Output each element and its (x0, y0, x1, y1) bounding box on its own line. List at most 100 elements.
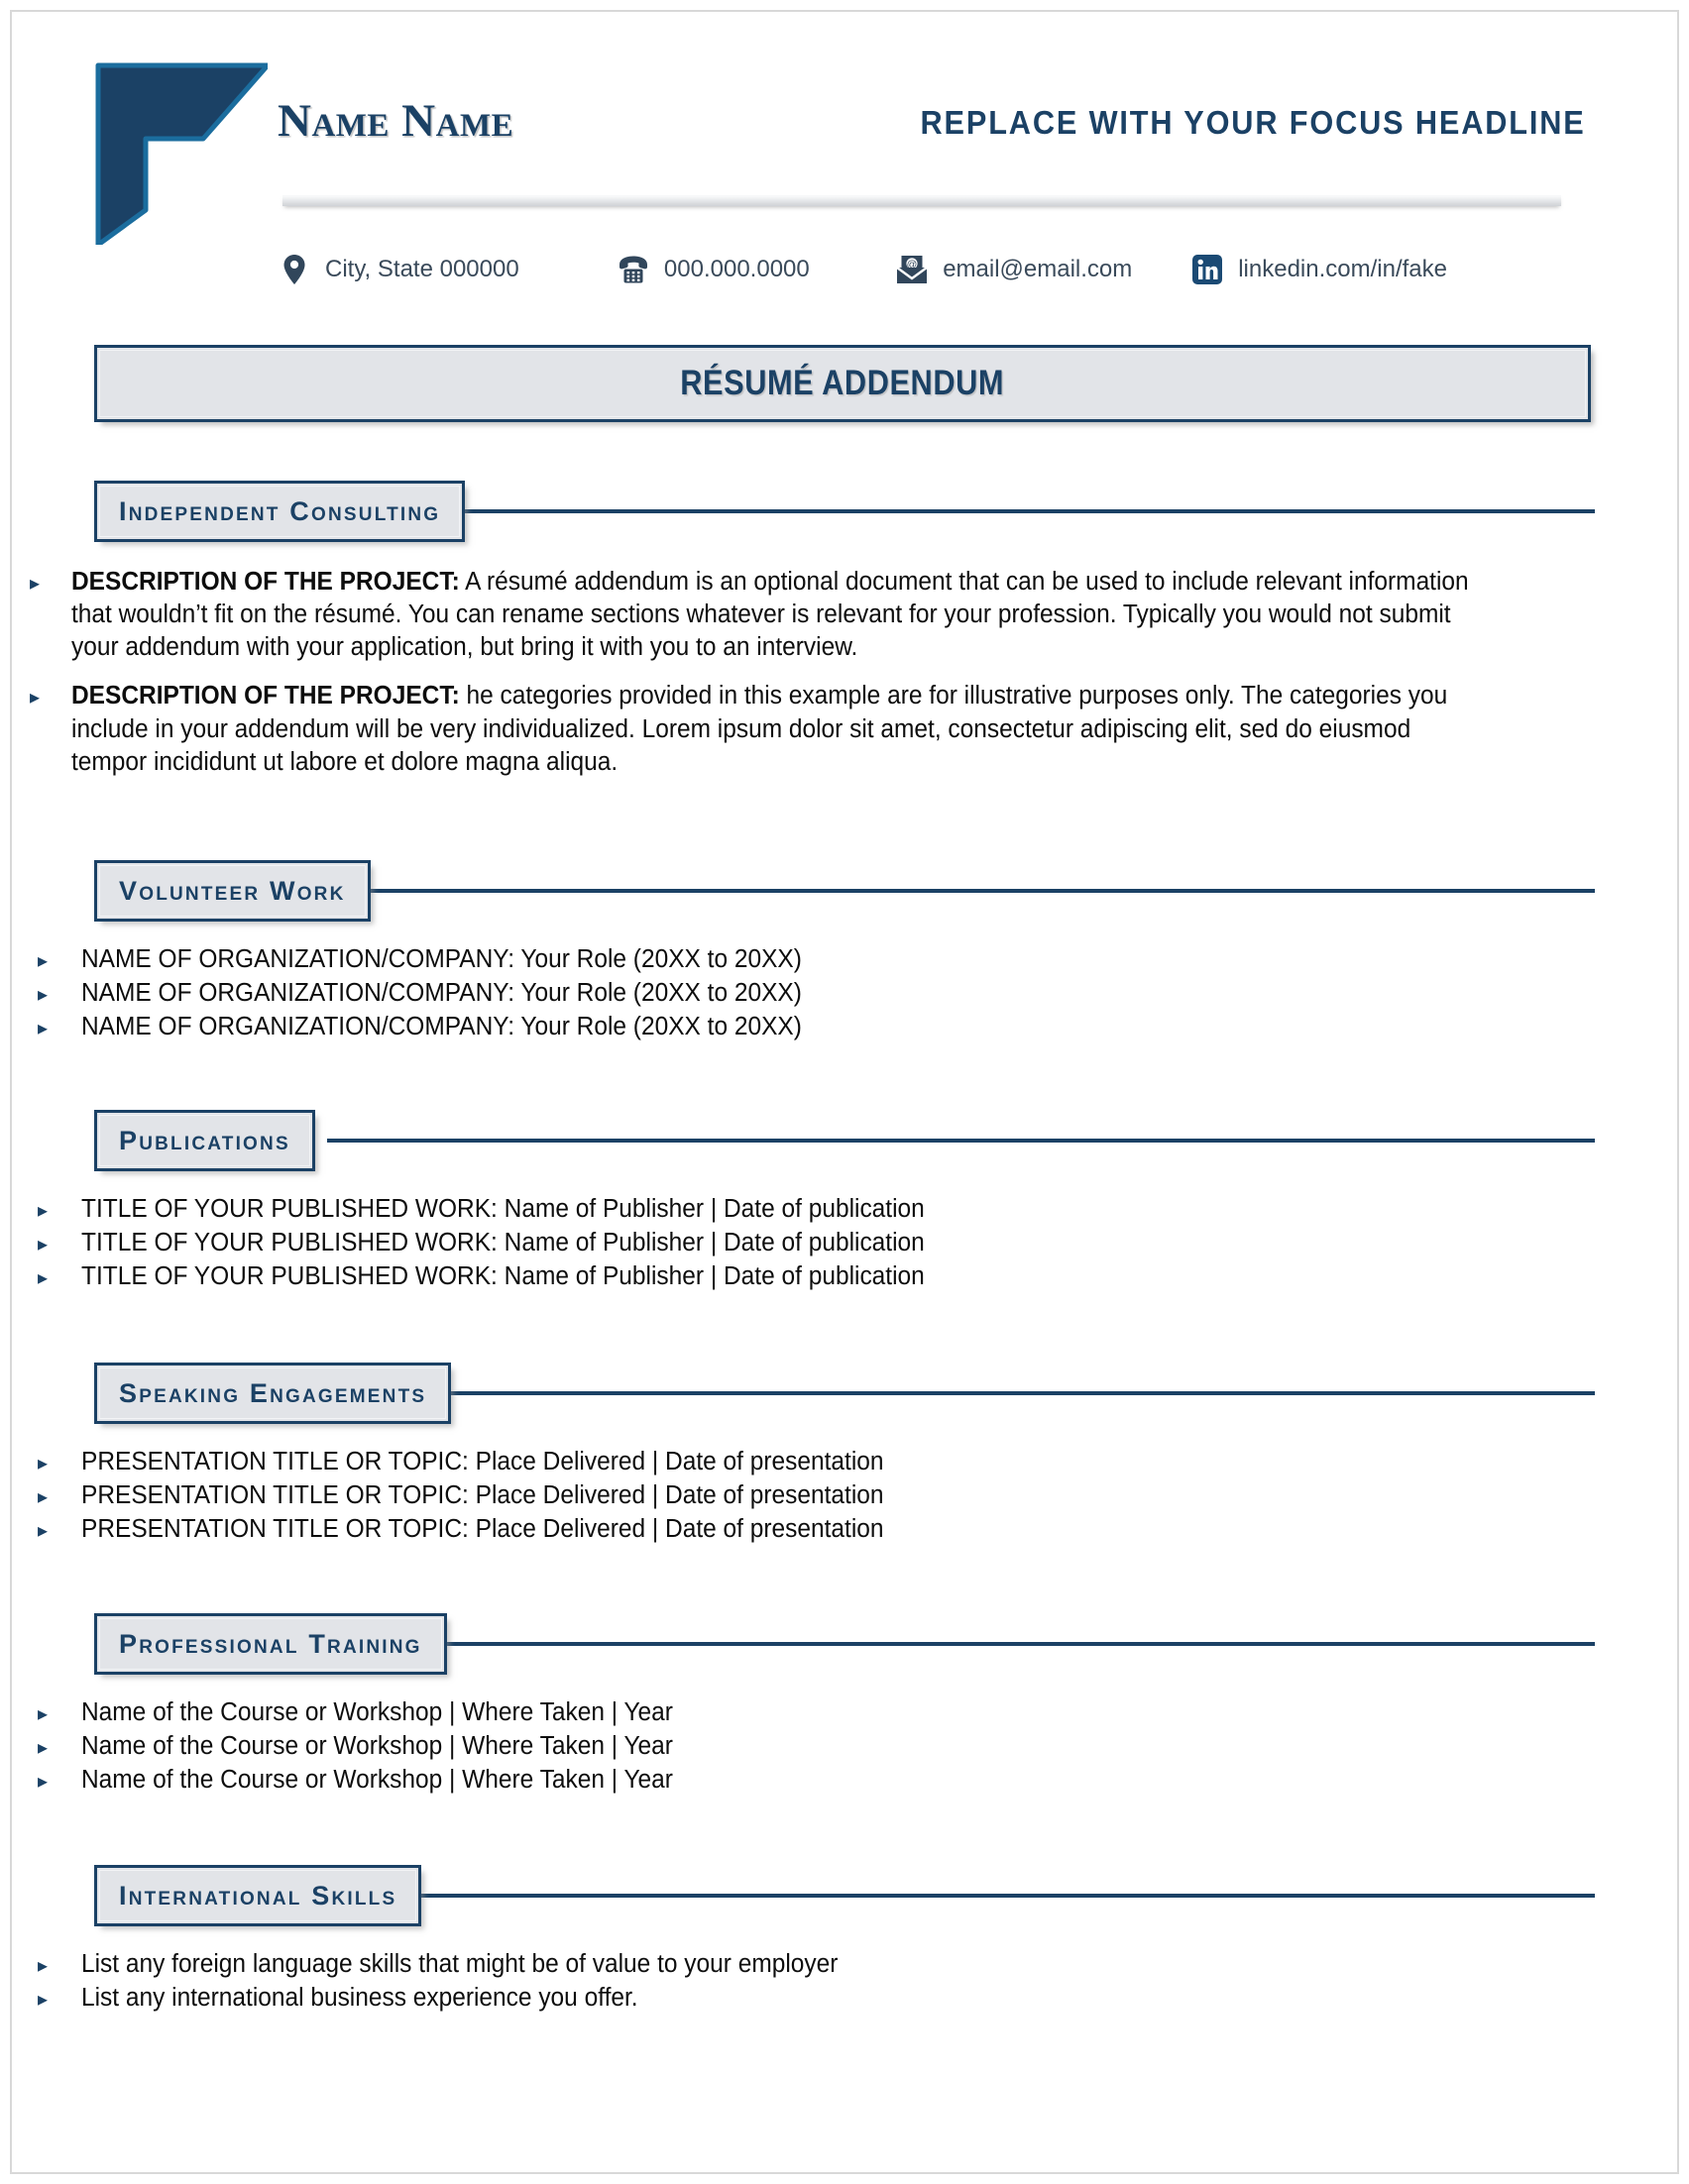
resume-addendum-page: Name Name REPLACE WITH YOUR FOCUS HEADLI… (0, 0, 1689, 2184)
section-title: Publications (119, 1125, 290, 1155)
item-text: NAME OF ORGANIZATION/COMPANY: Your Role … (81, 979, 802, 1008)
list-item: ▸ PRESENTATION TITLE OR TOPIC: Place Del… (0, 1479, 1689, 1512)
section-title: Volunteer Work (119, 875, 346, 906)
list-item: ▸ TITLE OF YOUR PUBLISHED WORK: Name of … (0, 1260, 1689, 1293)
section-rule (416, 509, 1595, 513)
item-text: List any foreign language skills that mi… (81, 1950, 839, 1978)
list-item: ▸ PRESENTATION TITLE OR TOPIC: Place Del… (0, 1513, 1689, 1546)
section-header-box: International Skills (94, 1865, 422, 1926)
section-international-skills: International Skills ▸ List any foreign … (0, 1865, 1689, 2016)
section-header-box: Speaking Engagements (94, 1363, 452, 1424)
item-text: TITLE OF YOUR PUBLISHED WORK: Name of Pu… (81, 1229, 925, 1257)
item-text: NAME OF ORGANIZATION/COMPANY: Your Role … (81, 1013, 802, 1041)
triangle-bullet-icon: ▸ (38, 1453, 49, 1474)
email-envelope-icon: @ (895, 253, 929, 286)
triangle-bullet-icon: ▸ (30, 687, 41, 710)
item-text: List any international business experien… (81, 1984, 638, 2013)
list-item: ▸ NAME OF ORGANIZATION/COMPANY: Your Rol… (0, 1011, 1689, 1043)
section-body-list: ▸ Name of the Course or Workshop | Where… (0, 1696, 1689, 1797)
section-rule (327, 1139, 1595, 1143)
focus-headline: REPLACE WITH YOUR FOCUS HEADLINE (920, 104, 1586, 141)
list-item: ▸ NAME OF ORGANIZATION/COMPANY: Your Rol… (0, 977, 1689, 1010)
section-header: Volunteer Work (0, 860, 1689, 922)
section-header-box: Volunteer Work (94, 860, 371, 922)
item-lead: DESCRIPTION OF THE PROJECT: (71, 568, 460, 596)
section-independent-consulting: Independent Consulting ▸ DESCRIPTION OF … (0, 481, 1689, 795)
phone-text: 000.000.0000 (663, 256, 810, 282)
email-text: email@email.com (943, 256, 1133, 282)
section-rule (327, 889, 1595, 893)
corner-logo-icon (94, 61, 271, 248)
list-item: ▸ DESCRIPTION OF THE PROJECT: A résumé a… (0, 566, 1689, 664)
triangle-bullet-icon: ▸ (38, 1234, 49, 1256)
section-body-list: ▸ DESCRIPTION OF THE PROJECT: A résumé a… (0, 566, 1689, 779)
triangle-bullet-icon: ▸ (38, 1267, 49, 1290)
section-header: Speaking Engagements (0, 1363, 1689, 1424)
item-text: Name of the Course or Workshop | Where T… (81, 1732, 673, 1761)
triangle-bullet-icon: ▸ (38, 1200, 49, 1222)
section-speaking-engagements: Speaking Engagements ▸ PRESENTATION TITL… (0, 1363, 1689, 1547)
contact-email: @ email@email.com (895, 253, 1132, 286)
triangle-bullet-icon: ▸ (38, 1989, 49, 2012)
linkedin-text: linkedin.com/in/fake (1238, 256, 1447, 282)
section-header: International Skills (0, 1865, 1689, 1926)
section-publications: Publications ▸ TITLE OF YOUR PUBLISHED W… (0, 1110, 1689, 1294)
section-header: Publications (0, 1110, 1689, 1171)
triangle-bullet-icon: ▸ (38, 984, 49, 1007)
list-item: ▸ TITLE OF YOUR PUBLISHED WORK: Name of … (0, 1227, 1689, 1259)
section-rule (401, 1894, 1595, 1898)
list-item: ▸ Name of the Course or Workshop | Where… (0, 1764, 1689, 1797)
list-item: ▸ TITLE OF YOUR PUBLISHED WORK: Name of … (0, 1193, 1689, 1226)
location-pin-icon (278, 253, 311, 286)
section-header-box: Professional Training (94, 1613, 447, 1675)
section-rule (401, 1642, 1595, 1646)
item-text: Name of the Course or Workshop | Where T… (81, 1698, 673, 1726)
item-text: TITLE OF YOUR PUBLISHED WORK: Name of Pu… (81, 1195, 925, 1223)
item-text: TITLE OF YOUR PUBLISHED WORK: Name of Pu… (81, 1262, 925, 1291)
document-header: Name Name REPLACE WITH YOUR FOCUS HEADLI… (268, 94, 1586, 183)
header-divider (282, 195, 1561, 206)
list-item: ▸ List any international business experi… (0, 1982, 1689, 2015)
item-lead: DESCRIPTION OF THE PROJECT: (71, 682, 460, 710)
item-text: Name of the Course or Workshop | Where T… (81, 1766, 673, 1795)
list-item: ▸ Name of the Course or Workshop | Where… (0, 1696, 1689, 1729)
triangle-bullet-icon: ▸ (38, 1018, 49, 1040)
section-title: Speaking Engagements (119, 1377, 427, 1408)
list-item: ▸ DESCRIPTION OF THE PROJECT: he categor… (0, 680, 1689, 778)
triangle-bullet-icon: ▸ (38, 950, 49, 972)
page-title: RÉSUMÉ ADDENDUM (680, 364, 1005, 402)
section-rule (396, 1391, 1595, 1395)
item-text: PRESENTATION TITLE OR TOPIC: Place Deliv… (81, 1448, 884, 1475)
item-text: PRESENTATION TITLE OR TOPIC: Place Deliv… (81, 1515, 884, 1544)
section-body-list: ▸ NAME OF ORGANIZATION/COMPANY: Your Rol… (0, 943, 1689, 1043)
list-item: ▸ Name of the Course or Workshop | Where… (0, 1730, 1689, 1763)
section-body-list: ▸ List any foreign language skills that … (0, 1948, 1689, 2015)
item-text: PRESENTATION TITLE OR TOPIC: Place Deliv… (81, 1481, 884, 1510)
section-header: Independent Consulting (0, 481, 1689, 542)
section-title: Professional Training (119, 1628, 422, 1659)
triangle-bullet-icon: ▸ (38, 1520, 49, 1543)
contact-location: City, State 000000 (278, 253, 519, 286)
location-text: City, State 000000 (325, 256, 519, 282)
document-title-banner: RÉSUMÉ ADDENDUM (94, 345, 1591, 422)
triangle-bullet-icon: ▸ (38, 1737, 49, 1760)
linkedin-icon (1190, 253, 1224, 286)
item-text: NAME OF ORGANIZATION/COMPANY: Your Role … (81, 945, 802, 973)
section-professional-training: Professional Training ▸ Name of the Cour… (0, 1613, 1689, 1798)
contact-linkedin: linkedin.com/in/fake (1190, 253, 1447, 286)
section-header: Professional Training (0, 1613, 1689, 1675)
list-item: ▸ List any foreign language skills that … (0, 1948, 1689, 1981)
list-item: ▸ PRESENTATION TITLE OR TOPIC: Place Del… (0, 1446, 1689, 1478)
contact-row: City, State 000000 000.000.0000 @ email@… (278, 246, 1447, 293)
section-body-list: ▸ PRESENTATION TITLE OR TOPIC: Place Del… (0, 1446, 1689, 1546)
list-item: ▸ NAME OF ORGANIZATION/COMPANY: Your Rol… (0, 943, 1689, 976)
triangle-bullet-icon: ▸ (30, 573, 41, 595)
contact-phone: 000.000.0000 (617, 253, 810, 286)
triangle-bullet-icon: ▸ (38, 1486, 49, 1509)
triangle-bullet-icon: ▸ (38, 1955, 49, 1977)
triangle-bullet-icon: ▸ (38, 1703, 49, 1725)
section-title: Independent Consulting (119, 495, 441, 526)
triangle-bullet-icon: ▸ (38, 1771, 49, 1794)
section-title: International Skills (119, 1880, 397, 1911)
candidate-name: Name Name (278, 95, 514, 147)
